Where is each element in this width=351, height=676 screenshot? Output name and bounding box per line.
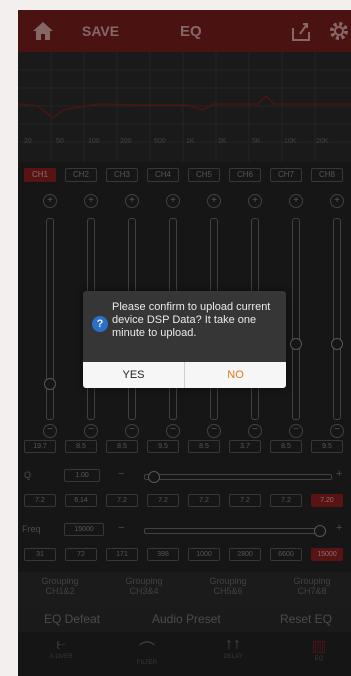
confirm-upload-dialog: ? Please confirm to upload current devic…	[83, 291, 286, 388]
dialog-message: Please confirm to upload current device …	[112, 301, 271, 339]
eq-screen: SAVE EQ 20 50 100 200 500 1K 2K 5K 10K 2…	[18, 10, 351, 676]
question-icon: ?	[92, 316, 108, 332]
yes-button[interactable]: YES	[83, 362, 185, 388]
dialog-buttons: YES NO	[83, 362, 286, 388]
no-button[interactable]: NO	[185, 362, 286, 388]
